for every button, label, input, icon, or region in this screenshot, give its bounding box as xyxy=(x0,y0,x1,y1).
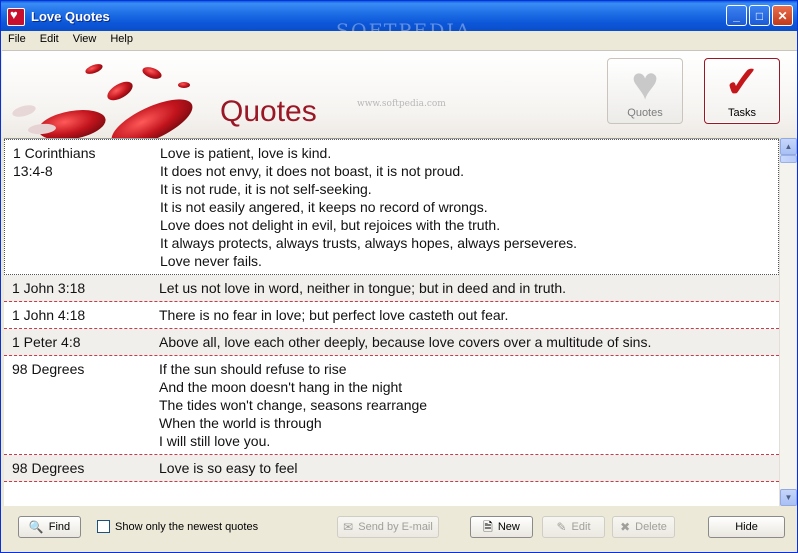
maximize-button[interactable]: □ xyxy=(749,5,770,26)
tasks-view-button[interactable]: ✓ Tasks xyxy=(704,58,780,124)
menu-file[interactable]: File xyxy=(1,31,33,49)
magnifier-icon: 🔍 xyxy=(28,520,44,534)
close-icon: ✕ xyxy=(777,8,788,23)
scroll-down-button[interactable]: ▼ xyxy=(780,489,797,506)
quotes-view-button[interactable]: ♥ Quotes xyxy=(607,58,683,124)
scroll-up-button[interactable]: ▲ xyxy=(780,138,797,155)
watermark-url: www.softpedia.com xyxy=(357,99,446,109)
header-banner: www.softpedia.com Quotes ♥ Quotes ✓ Task… xyxy=(2,50,797,138)
window-title: Love Quotes xyxy=(31,8,110,24)
quotes-view-label: Quotes xyxy=(627,107,663,119)
quote-text: Above all, love each other deeply, becau… xyxy=(159,334,652,350)
edit-label: Edit xyxy=(571,521,591,533)
menu-edit[interactable]: Edit xyxy=(33,31,66,49)
new-button[interactable]: 🗎 New xyxy=(470,516,533,538)
delete-x-icon: ✖ xyxy=(620,520,631,534)
quote-text: There is no fear in love; but perfect lo… xyxy=(159,307,509,323)
delete-button[interactable]: ✖ Delete xyxy=(612,516,675,538)
newest-quotes-toggle[interactable]: Show only the newest quotes xyxy=(97,520,258,533)
quote-row[interactable]: 1 Peter 4:8 Above all, love each other d… xyxy=(4,329,779,356)
menu-bar: File Edit View Help xyxy=(1,31,797,49)
quote-author: 98 Degrees xyxy=(12,460,85,476)
title-bar[interactable]: Love Quotes SOFTPEDIA _ □ ✕ xyxy=(1,1,797,42)
quote-text: Love is so easy to feel xyxy=(159,460,298,476)
pencil-icon: ✎ xyxy=(556,520,567,534)
scroll-thumb[interactable] xyxy=(780,155,797,163)
menu-help[interactable]: Help xyxy=(103,31,140,49)
delete-label: Delete xyxy=(635,521,667,533)
hide-label: Hide xyxy=(735,521,758,533)
list-scrollbar[interactable]: ▲ ▼ xyxy=(779,138,797,506)
chevron-down-icon: ▼ xyxy=(784,493,793,502)
find-button[interactable]: 🔍 Find xyxy=(18,516,81,538)
app-heart-icon xyxy=(7,7,25,26)
app-window: Love Quotes SOFTPEDIA _ □ ✕ File Edit Vi… xyxy=(0,0,798,553)
envelope-icon: ✉ xyxy=(343,520,354,534)
minimize-button[interactable]: _ xyxy=(726,5,747,26)
new-document-icon: 🗎 xyxy=(483,520,493,534)
close-button[interactable]: ✕ xyxy=(772,5,793,26)
quote-author: 1 John 3:18 xyxy=(12,280,86,296)
minimize-icon: _ xyxy=(733,8,740,23)
quote-text: If the sun should refuse to rise And the… xyxy=(159,361,428,449)
quote-author: 98 Degrees xyxy=(12,361,85,377)
send-email-label: Send by E-mail xyxy=(358,521,433,533)
bottom-toolbar: 🔍 Find Show only the newest quotes ✉ Sen… xyxy=(1,507,797,552)
tasks-view-label: Tasks xyxy=(727,107,757,119)
send-email-button[interactable]: ✉ Send by E-mail xyxy=(337,516,439,538)
quotes-list[interactable]: 1 Corinthians 13:4-8 Love is patient, lo… xyxy=(4,138,779,506)
checkmark-icon: ✓ xyxy=(723,58,761,107)
quote-author: 1 Corinthians 13:4-8 xyxy=(13,145,96,179)
quote-row[interactable]: 98 Degrees If the sun should refuse to r… xyxy=(4,356,779,455)
page-title: Quotes xyxy=(220,95,317,128)
quote-row[interactable]: 1 Corinthians 13:4-8 Love is patient, lo… xyxy=(4,139,779,275)
find-label: Find xyxy=(48,521,71,533)
new-label: New xyxy=(497,521,520,533)
menu-view[interactable]: View xyxy=(66,31,104,49)
newest-quotes-checkbox[interactable] xyxy=(97,520,110,533)
quote-row[interactable]: 1 John 3:18 Let us not love in word, nei… xyxy=(4,275,779,302)
rose-petals-image xyxy=(12,64,193,138)
quote-row[interactable]: 1 John 4:18 There is no fear in love; bu… xyxy=(4,302,779,329)
quote-row[interactable]: 98 Degrees Love is so easy to feel xyxy=(4,455,779,482)
quote-author: 1 John 4:18 xyxy=(12,307,86,323)
chevron-up-icon: ▲ xyxy=(784,142,793,151)
heart-icon: ♥ xyxy=(631,57,659,109)
quote-text: Love is patient, love is kind. It does n… xyxy=(160,145,578,269)
edit-button[interactable]: ✎ Edit xyxy=(542,516,605,538)
hide-button[interactable]: Hide xyxy=(708,516,785,538)
maximize-icon: □ xyxy=(755,8,764,23)
newest-quotes-label: Show only the newest quotes xyxy=(115,520,259,533)
quote-text: Let us not love in word, neither in tong… xyxy=(159,280,567,296)
quote-author: 1 Peter 4:8 xyxy=(12,334,81,350)
